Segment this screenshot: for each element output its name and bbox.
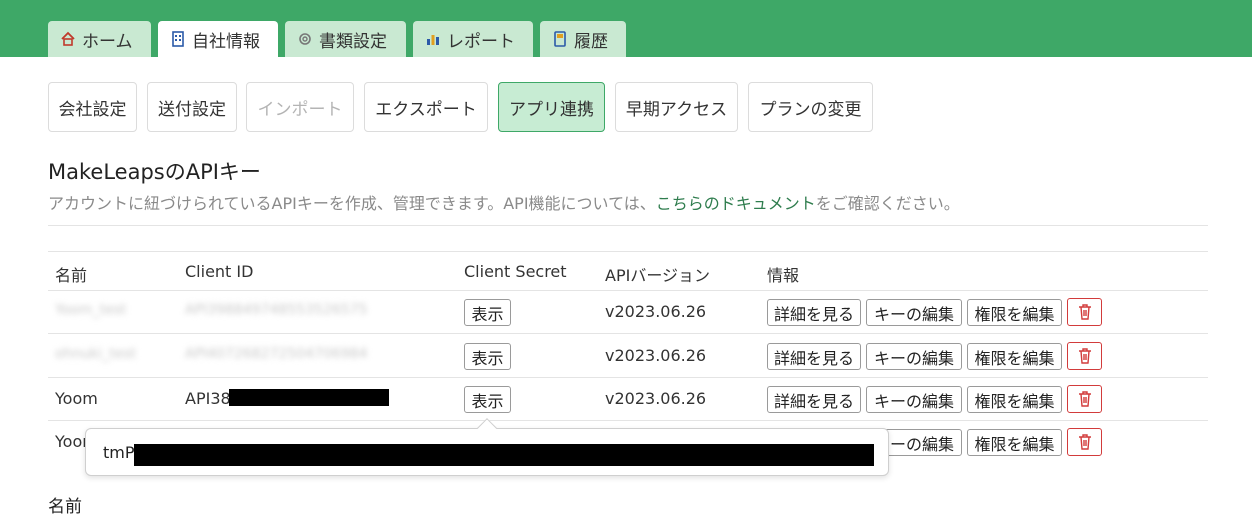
- tab-company-info[interactable]: 自社情報: [158, 21, 278, 57]
- row-api-version: v2023.06.26: [605, 302, 707, 321]
- name-field-label: 名前: [48, 497, 82, 517]
- edit-key-button[interactable]: キーの編集: [866, 343, 962, 370]
- bar-chart-icon: [427, 35, 439, 45]
- building-icon: [172, 31, 184, 47]
- row-divider: [48, 333, 1208, 334]
- row-divider: [48, 290, 1208, 291]
- view-details-button[interactable]: 詳細を見る: [767, 386, 861, 413]
- redacted-client-id: [229, 389, 389, 406]
- row-name: Yoom_test: [55, 302, 127, 318]
- subnav-send-settings[interactable]: 送付設定: [147, 82, 237, 132]
- edit-permissions-button[interactable]: 権限を編集: [967, 429, 1062, 456]
- subnav-import[interactable]: インポート: [246, 82, 354, 132]
- delete-button[interactable]: [1067, 298, 1102, 326]
- row-client-id: API38: [185, 389, 231, 408]
- view-details-button[interactable]: 詳細を見る: [767, 299, 861, 326]
- client-secret-popover: tmP: [85, 418, 889, 476]
- row-api-version: v2023.06.26: [605, 389, 707, 408]
- page-title: MakeLeapsのAPIキー: [48, 160, 261, 184]
- trash-icon: [1078, 391, 1091, 407]
- edit-key-button[interactable]: キーの編集: [866, 299, 962, 326]
- popover-arrow: [477, 418, 497, 438]
- row-client-id: API398849748553526575: [185, 302, 368, 318]
- delete-button[interactable]: [1067, 385, 1102, 413]
- tab-label: 履歴: [574, 31, 608, 52]
- row-client-id: API407268272504706984: [185, 346, 368, 362]
- tab-home[interactable]: ホーム: [48, 21, 151, 57]
- tab-label: ホーム: [82, 31, 133, 52]
- row-name: ohnuki_test: [55, 346, 137, 362]
- row-api-version: v2023.06.26: [605, 346, 707, 365]
- description-text: アカウントに紐づけられているAPIキーを作成、管理できます。API機能については…: [48, 194, 656, 213]
- history-icon: [554, 31, 566, 47]
- row-name: Yoom: [55, 389, 98, 408]
- column-header-info: 情報: [767, 266, 800, 285]
- trash-icon: [1078, 348, 1091, 364]
- show-secret-button[interactable]: 表示: [464, 299, 511, 326]
- top-nav-bar: ホーム 自社情報 書類設定 レポート 履歴: [0, 0, 1252, 57]
- home-icon: [61, 31, 75, 46]
- delete-button[interactable]: [1067, 428, 1102, 456]
- column-header-client-secret: Client Secret: [464, 262, 567, 281]
- edit-key-button[interactable]: キーの編集: [866, 386, 962, 413]
- description-text-end: をご確認ください。: [815, 194, 960, 213]
- divider: [48, 225, 1208, 226]
- column-header-name: 名前: [55, 266, 88, 285]
- subnav-app-integration[interactable]: アプリ連携: [498, 82, 605, 132]
- tab-label: レポート: [447, 31, 515, 52]
- row-divider: [48, 377, 1208, 378]
- row-divider: [48, 420, 1208, 421]
- section-description: アカウントに紐づけられているAPIキーを作成、管理できます。API機能については…: [48, 190, 960, 214]
- tab-document-settings[interactable]: 書類設定: [285, 21, 406, 57]
- subnav-company-settings[interactable]: 会社設定: [48, 82, 137, 132]
- subnav-change-plan[interactable]: プランの変更: [748, 82, 873, 132]
- trash-icon: [1078, 304, 1091, 320]
- edit-permissions-button[interactable]: 権限を編集: [967, 299, 1062, 326]
- column-header-api-version: APIバージョン: [605, 266, 710, 285]
- show-secret-button[interactable]: 表示: [464, 386, 511, 413]
- column-header-client-id: Client ID: [185, 262, 254, 281]
- tab-history[interactable]: 履歴: [540, 21, 626, 57]
- delete-button[interactable]: [1067, 342, 1102, 370]
- gear-icon: [299, 33, 311, 45]
- redacted-client-secret: [134, 444, 874, 466]
- subnav-export[interactable]: エクスポート: [364, 82, 488, 132]
- documentation-link[interactable]: こちらのドキュメント: [656, 194, 816, 213]
- edit-permissions-button[interactable]: 権限を編集: [967, 343, 1062, 370]
- client-secret-value: tmP: [103, 443, 135, 462]
- table-top-border: [48, 251, 1208, 252]
- tab-label: 自社情報: [192, 31, 260, 52]
- tab-report[interactable]: レポート: [413, 21, 533, 57]
- edit-permissions-button[interactable]: 権限を編集: [967, 386, 1062, 413]
- view-details-button[interactable]: 詳細を見る: [767, 343, 861, 370]
- trash-icon: [1078, 434, 1091, 450]
- tab-label: 書類設定: [319, 31, 387, 52]
- subnav-early-access[interactable]: 早期アクセス: [615, 82, 738, 132]
- show-secret-button[interactable]: 表示: [464, 343, 511, 370]
